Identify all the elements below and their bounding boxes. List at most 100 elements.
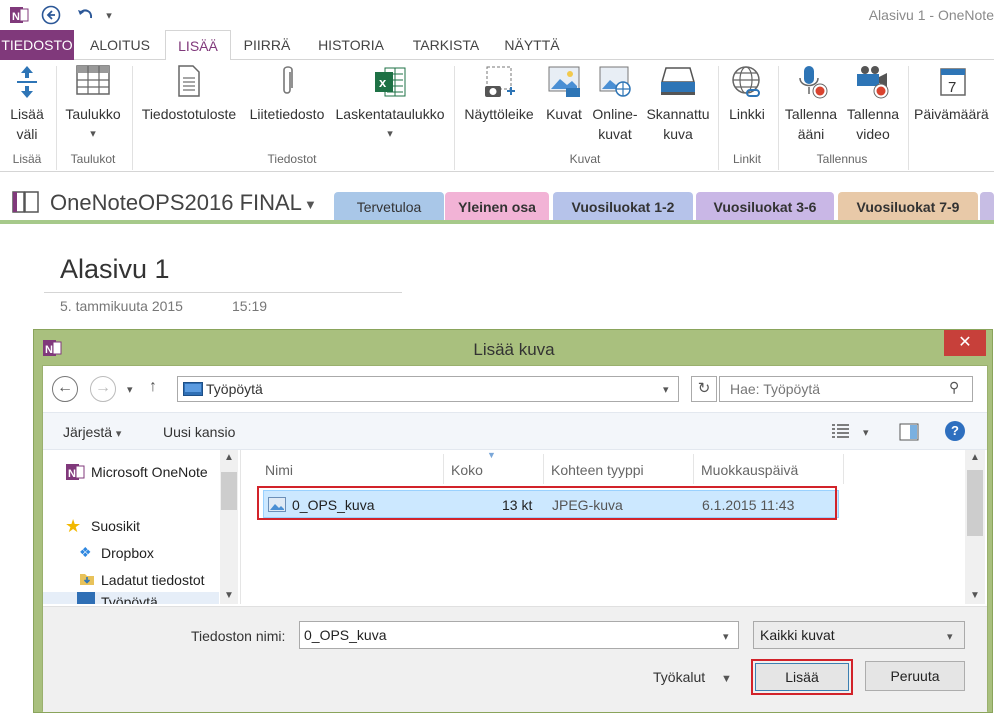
view-options-icon[interactable] bbox=[831, 423, 851, 444]
tab-view[interactable]: NÄYTTÄ bbox=[496, 30, 568, 60]
nav-scroll-thumb[interactable] bbox=[221, 472, 237, 510]
tab-draw[interactable]: PIIRRÄ bbox=[236, 30, 298, 60]
tab-insert[interactable]: LISÄÄ bbox=[165, 30, 231, 61]
tab-review[interactable]: TARKISTA bbox=[402, 30, 490, 60]
pictures-button[interactable]: Kuvat bbox=[542, 64, 586, 124]
insert-space-label-1: Lisää bbox=[10, 106, 44, 122]
ribbon-separator bbox=[908, 66, 909, 170]
svg-text:N: N bbox=[12, 11, 20, 23]
record-video-button[interactable]: Tallenna video bbox=[842, 64, 904, 144]
column-separator bbox=[543, 454, 544, 484]
table-label: Taulukko bbox=[65, 106, 121, 122]
group-label-tables: Taulukot bbox=[70, 152, 116, 166]
ribbon-separator bbox=[718, 66, 719, 170]
online-pictures-button[interactable]: Online- kuvat bbox=[588, 64, 642, 144]
column-separator bbox=[693, 454, 694, 484]
forward-arrow-icon[interactable]: → bbox=[90, 376, 116, 402]
date-label: Päivämäärä bbox=[914, 106, 989, 122]
scroll-up-icon[interactable]: ▲ bbox=[224, 452, 234, 463]
spreadsheet-button[interactable]: x Laskentataulukko ▾ bbox=[332, 64, 448, 144]
notebook-icon bbox=[12, 190, 40, 219]
scanner-icon bbox=[658, 64, 698, 100]
view-dropdown-icon[interactable]: ▾ bbox=[863, 423, 869, 441]
nav-item-favorites[interactable]: Suosikit bbox=[91, 518, 140, 534]
tab-file[interactable]: TIEDOSTO bbox=[0, 30, 74, 60]
search-input[interactable]: Hae: Työpöytä bbox=[719, 376, 973, 402]
file-scrollbar[interactable]: ▲ ▼ bbox=[965, 450, 985, 604]
notebook-dropdown-icon[interactable]: ▼ bbox=[304, 196, 317, 214]
page-title[interactable]: Alasivu 1 bbox=[60, 254, 170, 285]
tab-home[interactable]: ALOITUS bbox=[80, 30, 160, 60]
group-label-recording: Tallennus bbox=[816, 152, 868, 166]
search-icon[interactable]: ⚲ bbox=[949, 379, 959, 396]
svg-text:N: N bbox=[68, 468, 76, 480]
dialog-toolbar: Järjestä ▾ Uusi kansio ▾ ? bbox=[43, 412, 987, 450]
nav-item-downloads[interactable]: Ladatut tiedostot bbox=[101, 572, 205, 588]
group-label-insert: Lisää bbox=[12, 152, 42, 166]
scroll-down-icon[interactable]: ▼ bbox=[224, 590, 234, 601]
column-header-type[interactable]: Kohteen tyyppi bbox=[551, 462, 644, 478]
attachment-button[interactable]: Liitetiedosto bbox=[244, 64, 330, 124]
scroll-down-icon[interactable]: ▼ bbox=[970, 590, 980, 601]
scanned-label-1: Skannattu bbox=[646, 106, 710, 122]
page-date: 5. tammikuuta 2015 bbox=[60, 298, 183, 314]
filename-input[interactable]: 0_OPS_kuva bbox=[299, 621, 739, 649]
back-icon[interactable] bbox=[40, 4, 62, 26]
online-pictures-label-1: Online- bbox=[592, 106, 638, 122]
record-audio-button[interactable]: Tallenna ääni bbox=[780, 64, 842, 144]
customize-toolbar-icon[interactable]: ▾ bbox=[102, 4, 116, 26]
video-label-2: video bbox=[856, 126, 890, 142]
file-type-filter[interactable]: Kaikki kuvat bbox=[753, 621, 965, 649]
nav-scrollbar[interactable]: ▲ ▼ bbox=[220, 450, 238, 604]
column-header-modified[interactable]: Muokkauspäivä bbox=[701, 462, 798, 478]
preview-pane-icon[interactable] bbox=[899, 423, 919, 446]
notebook-name[interactable]: OneNoteOPS2016 FINAL bbox=[50, 190, 302, 216]
address-dropdown-icon[interactable]: ▾ bbox=[663, 380, 669, 398]
dialog-body: ← → ▾ ↑ Työpöytä ▾ ↻ Hae: Työpöytä ⚲ Jär… bbox=[42, 365, 988, 712]
close-button[interactable]: ✕ bbox=[944, 330, 986, 356]
date-button[interactable]: 7 Päivämäärä bbox=[912, 64, 994, 124]
scanned-label-2: kuva bbox=[663, 126, 693, 142]
insert-space-label-2: väli bbox=[16, 126, 38, 142]
onenote-location-icon: N bbox=[65, 462, 85, 487]
microphone-icon bbox=[793, 64, 829, 100]
nav-item-dropbox[interactable]: Dropbox bbox=[101, 545, 154, 561]
column-header-name[interactable]: Nimi bbox=[265, 462, 293, 478]
scroll-up-icon[interactable]: ▲ bbox=[970, 452, 980, 463]
up-arrow-icon[interactable]: ↑ bbox=[149, 378, 157, 396]
highlight-outline bbox=[257, 486, 837, 520]
printout-label: Tiedostotuloste bbox=[141, 106, 237, 122]
title-bar: N ▾ Alasivu 1 - OneNote bbox=[0, 0, 994, 30]
screen-clipping-button[interactable]: Näyttöleike bbox=[458, 64, 540, 124]
link-label: Linkki bbox=[729, 106, 765, 122]
file-scroll-thumb[interactable] bbox=[967, 470, 983, 536]
desktop-small-icon bbox=[77, 592, 95, 604]
cancel-button[interactable]: Peruuta bbox=[865, 661, 965, 691]
nav-item-desktop-row[interactable]: Työpöytä bbox=[43, 592, 219, 604]
nav-item-onenote[interactable]: Microsoft OneNote bbox=[91, 464, 208, 480]
section-underline bbox=[0, 220, 994, 224]
filter-dropdown-icon[interactable]: ▾ bbox=[947, 627, 953, 645]
back-arrow-icon[interactable]: ← bbox=[52, 376, 78, 402]
organize-button[interactable]: Järjestä ▾ bbox=[63, 424, 121, 440]
audio-label-2: ääni bbox=[797, 126, 825, 142]
scanned-image-button[interactable]: Skannattu kuva bbox=[644, 64, 712, 144]
insert-space-button[interactable]: Lisää väli bbox=[4, 64, 50, 144]
recent-locations-icon[interactable]: ▾ bbox=[127, 380, 133, 398]
refresh-icon[interactable]: ↻ bbox=[691, 376, 717, 402]
tools-button[interactable]: Työkalut ▼ bbox=[653, 669, 732, 685]
help-icon[interactable]: ? bbox=[945, 421, 965, 441]
insert-button[interactable]: Lisää bbox=[755, 663, 849, 691]
table-button[interactable]: Taulukko ▾ bbox=[60, 64, 126, 144]
address-bar[interactable]: Työpöytä bbox=[177, 376, 679, 402]
new-folder-button[interactable]: Uusi kansio bbox=[163, 424, 235, 440]
filename-label: Tiedoston nimi: bbox=[191, 628, 286, 644]
tab-history[interactable]: HISTORIA bbox=[306, 30, 396, 60]
video-camera-icon bbox=[853, 64, 893, 100]
navigation-pane: N Microsoft OneNote ★ Suosikit ❖ Dropbox… bbox=[43, 450, 239, 604]
undo-icon[interactable] bbox=[74, 4, 96, 26]
filename-dropdown-icon[interactable]: ▾ bbox=[723, 627, 729, 645]
file-printout-button[interactable]: Tiedostotuloste bbox=[136, 64, 242, 124]
link-button[interactable]: Linkki bbox=[722, 64, 772, 124]
column-header-size[interactable]: Koko bbox=[451, 462, 483, 478]
